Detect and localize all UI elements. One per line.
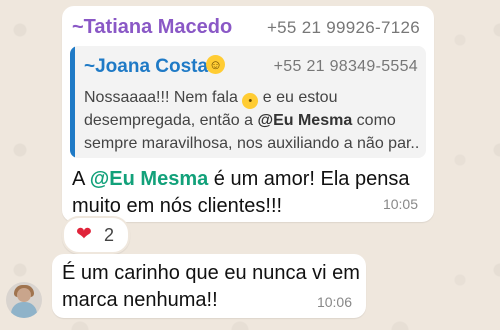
quoted-sender-phone: +55 21 98349-5554	[273, 58, 418, 75]
quoted-text: Nossaaaa!!! Nem fala • e eu estou desemp…	[84, 86, 420, 155]
quoted-sender-name: ~Joana Costa	[84, 56, 209, 77]
message-text: A @Eu Mesma é um amor! Ela pensa muito e…	[72, 166, 422, 220]
quoted-text-line2-c: como	[352, 112, 396, 129]
message-bubble-2[interactable]: É um carinho que eu nunca vi em marca ne…	[52, 254, 366, 318]
sender-phone: +55 21 99926-7126	[266, 18, 420, 37]
message-text-a: A	[72, 168, 90, 190]
message-timestamp: 10:05	[382, 196, 418, 212]
smiling-face-emoji-icon: ☺	[206, 55, 225, 74]
message-timestamp-2: 10:06	[316, 294, 352, 310]
message2-line1: É um carinho que eu nunca vi em	[62, 262, 360, 284]
quoted-text-line1-b: e eu estou	[258, 89, 338, 106]
message-text-line2: muito em nós clientes!!!	[72, 195, 283, 217]
message-bubble[interactable]: ~Tatiana Macedo +55 21 99926-7126 ~Joana…	[62, 6, 434, 222]
avatar-body-shape	[11, 302, 37, 318]
avatar-face-shape	[17, 288, 31, 302]
quoted-text-line1-a: Nossaaaa!!! Nem fala	[84, 89, 243, 106]
quoted-message[interactable]: ~Joana Costa ☺ +55 21 98349-5554 Nossaaa…	[70, 46, 426, 158]
red-heart-icon: ❤	[76, 224, 92, 245]
quote-accent-bar	[70, 46, 75, 158]
face-with-hand-over-mouth-emoji-icon: •	[242, 93, 259, 109]
sender-name[interactable]: ~Tatiana Macedo	[72, 16, 232, 39]
quoted-mention: @Eu Mesma	[257, 112, 353, 129]
user-avatar[interactable]	[6, 282, 42, 318]
quoted-text-line2: desempregada, então a	[84, 112, 258, 129]
message-text-b: é um amor! Ela pensa	[208, 168, 410, 190]
quoted-text-line3: sempre maravilhosa, nos auxiliando a não…	[84, 135, 420, 152]
reaction-pill[interactable]: ❤ 2	[62, 216, 130, 254]
message-text-2: É um carinho que eu nunca vi em marca ne…	[62, 260, 360, 314]
sender-row: ~Tatiana Macedo +55 21 99926-7126	[72, 16, 420, 42]
message2-line2: marca nenhuma!!	[62, 289, 218, 311]
mention-link[interactable]: @Eu Mesma	[90, 168, 208, 190]
reaction-count: 2	[104, 225, 115, 245]
